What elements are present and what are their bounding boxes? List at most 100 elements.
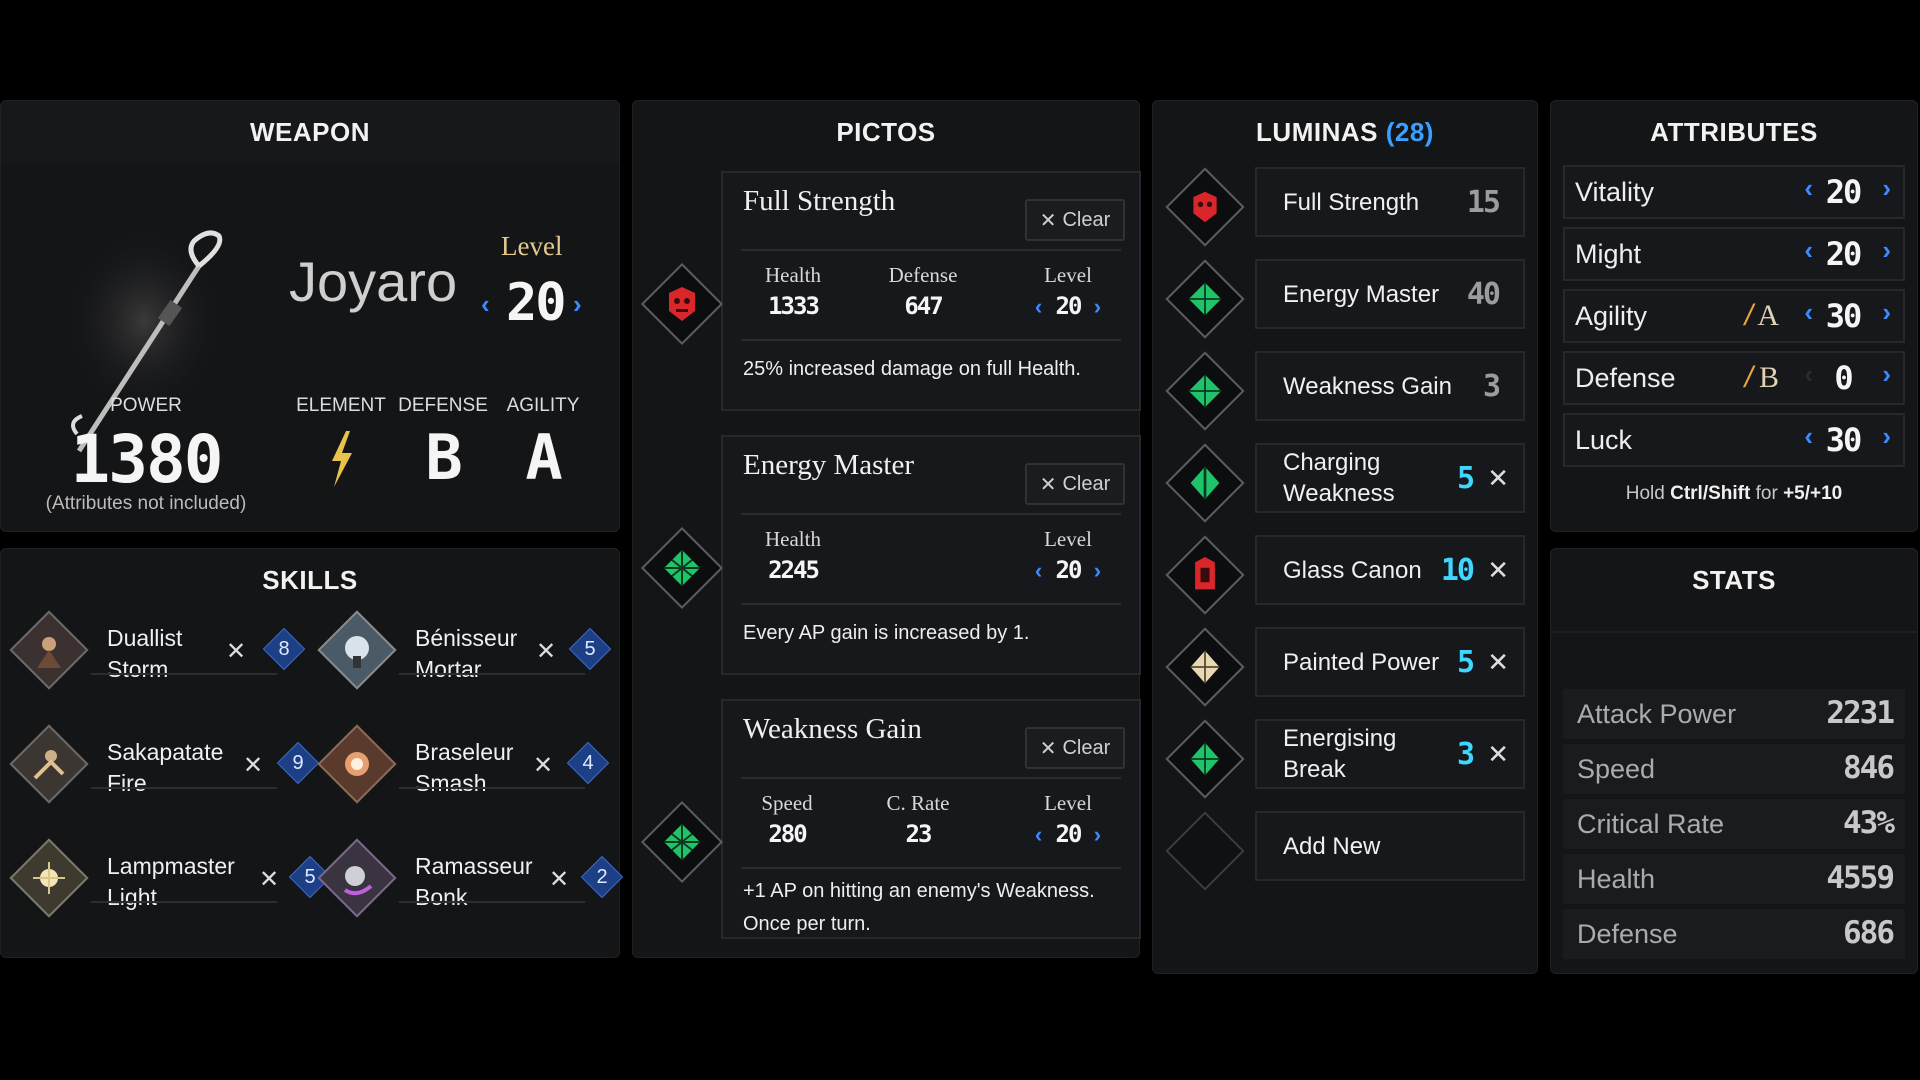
remove-lumina-button[interactable]: ✕	[1487, 463, 1509, 494]
lumina-icon-full-strength	[1165, 167, 1245, 247]
remove-skill-button[interactable]: ✕	[259, 865, 279, 894]
remove-lumina-button[interactable]: ✕	[1487, 739, 1509, 770]
remove-skill-button[interactable]: ✕	[549, 865, 569, 894]
skills-panel: SKILLS Duallist Storm ✕ 8 Bénisseur Mortar…	[0, 548, 624, 958]
picto-description: Every AP gain is increased by 1.	[743, 622, 1030, 644]
agility-grade: A	[525, 421, 562, 494]
lumina-item[interactable]: Charging Weakness 5 ✕	[1255, 443, 1525, 513]
defense-label: DEFENSE	[398, 395, 488, 416]
skill-icon	[9, 610, 89, 690]
attribute-row-vitality: Vitality ‹ 20 ›	[1563, 165, 1905, 219]
lumina-item[interactable]: Glass Canon 10 ✕	[1255, 535, 1525, 605]
remove-skill-button[interactable]: ✕	[226, 637, 246, 666]
picto-level: Level ‹ 20 ›	[1034, 791, 1102, 848]
picto-stat: Health 2245	[765, 527, 821, 584]
skill-cost-badge: 2	[580, 855, 624, 899]
picto-level: Level ‹ 20 ›	[1034, 527, 1102, 584]
skill-slot[interactable]: Lampmaster Light ✕ 5	[9, 838, 332, 918]
power-value: 1380	[70, 421, 224, 498]
lumina-item[interactable]: Full Strength 15	[1255, 167, 1525, 237]
attribute-decrease[interactable]: ‹	[1804, 235, 1813, 266]
stat-row: Defense 686	[1563, 909, 1905, 959]
power-note: (Attributes not included)	[45, 493, 247, 514]
skill-cost-badge: 4	[566, 741, 610, 785]
lumina-item[interactable]: Weakness Gain 3	[1255, 351, 1525, 421]
lumina-icon-glass-canon	[1165, 535, 1245, 615]
skill-slot[interactable]: Bénisseur Mortar ✕ 5	[317, 610, 612, 690]
weapon-name: Joyaro	[289, 250, 458, 313]
skill-cost-badge: 5	[568, 627, 612, 671]
lumina-cost: 3	[1456, 737, 1475, 772]
lumina-icon-charging-weakness	[1165, 443, 1245, 523]
attribute-increase[interactable]: ›	[1882, 297, 1891, 328]
clear-picto-button[interactable]: ✕ Clear	[1025, 463, 1125, 505]
picto-icon-energy-master	[640, 526, 724, 610]
scaling-grade: A	[1757, 299, 1779, 332]
picto-card[interactable]: Energy Master ✕ Clear Health 2245 Level ‹ …	[721, 435, 1141, 675]
picto-description: +1 AP on hitting an enemy's Weakness. Onc…	[743, 880, 1095, 935]
clear-picto-button[interactable]: ✕ Clear	[1025, 199, 1125, 241]
close-icon: ✕	[1039, 209, 1057, 232]
lumina-cost: 3	[1482, 369, 1501, 404]
lumina-item[interactable]: Energising Break 3 ✕	[1255, 719, 1525, 789]
attribute-increase[interactable]: ›	[1882, 421, 1891, 452]
attribute-row-luck: Luck ‹ 30 ›	[1563, 413, 1905, 467]
skill-icon	[317, 724, 397, 804]
picto-level-increase[interactable]: ›	[1094, 294, 1101, 319]
lumina-icon-weakness-gain	[1165, 351, 1245, 431]
skill-slot[interactable]: Ramasseur Bonk ✕ 2	[317, 838, 624, 918]
empty-slot-icon	[1165, 811, 1245, 891]
skill-cost-badge: 8	[262, 627, 306, 671]
power-label: POWER	[110, 395, 182, 416]
picto-level-decrease[interactable]: ‹	[1035, 294, 1042, 319]
picto-card[interactable]: Weakness Gain ✕ Clear Speed 280 C. Rate 23 …	[721, 699, 1141, 939]
picto-level-increase[interactable]: ›	[1094, 558, 1101, 583]
add-new-lumina-button[interactable]: Add New	[1255, 811, 1525, 881]
picto-stat: C. Rate 23	[886, 791, 950, 848]
remove-lumina-button[interactable]: ✕	[1487, 647, 1509, 678]
lumina-item[interactable]: Energy Master 40	[1255, 259, 1525, 329]
skill-cost-badge: 9	[276, 741, 320, 785]
attribute-row-defense: Defense / B ‹ 0 ›	[1563, 351, 1905, 405]
remove-skill-button[interactable]: ✕	[243, 751, 263, 780]
picto-level-increase[interactable]: ›	[1094, 822, 1101, 847]
weapon-level-increase[interactable]: ›	[573, 289, 582, 320]
attribute-decrease[interactable]: ‹	[1804, 421, 1813, 452]
attribute-increase[interactable]: ›	[1882, 173, 1891, 204]
lumina-icon-energy-master	[1165, 259, 1245, 339]
element-label: ELEMENT	[296, 395, 386, 416]
attribute-decrease[interactable]: ‹	[1804, 173, 1813, 204]
skill-slot[interactable]: Sakapatate Fire ✕ 9	[9, 724, 320, 804]
skill-icon	[317, 838, 397, 918]
attribute-decrease[interactable]: ‹	[1804, 359, 1813, 390]
scaling-grade: B	[1758, 361, 1779, 394]
lumina-cost: 10	[1440, 553, 1475, 588]
skill-slot[interactable]: Duallist Storm ✕ 8	[9, 610, 306, 690]
picto-name: Full Strength	[743, 185, 896, 217]
clear-picto-button[interactable]: ✕ Clear	[1025, 727, 1125, 769]
stat-row: Attack Power 2231	[1563, 689, 1905, 739]
lumina-item[interactable]: Painted Power 5 ✕	[1255, 627, 1525, 697]
picto-level-decrease[interactable]: ‹	[1035, 558, 1042, 583]
remove-skill-button[interactable]: ✕	[536, 637, 556, 666]
remove-lumina-button[interactable]: ✕	[1487, 555, 1509, 586]
remove-skill-button[interactable]: ✕	[533, 751, 553, 780]
close-icon: ✕	[1039, 473, 1057, 496]
picto-name: Weakness Gain	[743, 713, 922, 745]
skill-slot[interactable]: Braseleur Smash ✕ 4	[317, 724, 610, 804]
lumina-cost: 5	[1456, 645, 1475, 680]
attribute-decrease[interactable]: ‹	[1804, 297, 1813, 328]
picto-stat: Health 1333	[765, 263, 821, 320]
weapon-level-decrease[interactable]: ‹	[481, 289, 490, 320]
weapon-level-label: Level	[501, 231, 563, 261]
picto-card[interactable]: Full Strength ✕ Clear Health 1333 Defense 6…	[721, 171, 1141, 411]
skills-title: SKILLS	[262, 565, 358, 595]
pictos-title: PICTOS	[836, 117, 936, 147]
picto-level-decrease[interactable]: ‹	[1035, 822, 1042, 847]
attribute-increase[interactable]: ›	[1882, 235, 1891, 266]
attribute-increase[interactable]: ›	[1882, 359, 1891, 390]
skill-icon	[9, 838, 89, 918]
close-icon: ✕	[1039, 737, 1057, 760]
luminas-count: (28)	[1385, 117, 1434, 147]
picto-icon-full-strength	[640, 262, 724, 346]
